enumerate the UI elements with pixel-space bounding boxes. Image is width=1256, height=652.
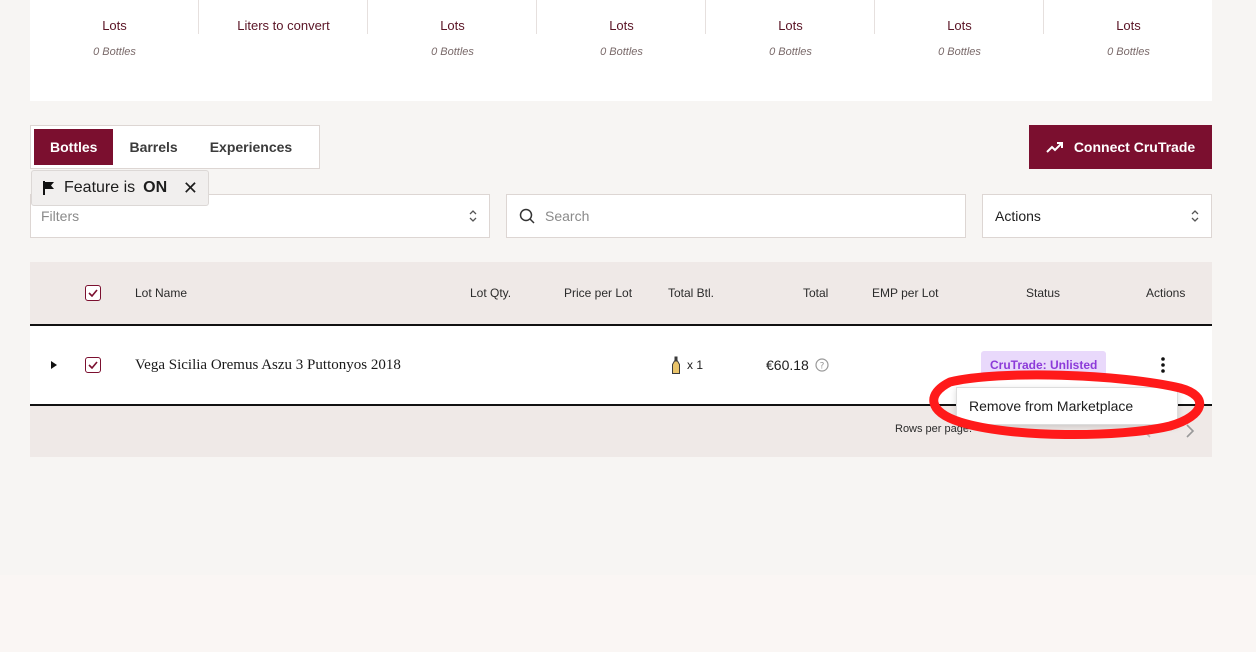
stat-sub: 0 Bottles [938, 46, 981, 58]
header-emp-per-lot[interactable]: EMP per Lot [872, 262, 938, 324]
help-icon[interactable]: ? [815, 358, 829, 372]
header-status[interactable]: Status [1026, 262, 1060, 324]
search-icon [519, 208, 535, 224]
bulk-actions-select[interactable]: Actions [982, 194, 1212, 238]
header-price-per-lot[interactable]: Price per Lot [564, 262, 632, 324]
stat-label: Lots [440, 18, 465, 33]
stat-lots-1: Lots 0 Bottles [30, 0, 199, 101]
prev-page-icon[interactable] [1142, 424, 1152, 441]
header-total[interactable]: Total [803, 262, 828, 324]
stat-lots-4: Lots 0 Bottles [537, 0, 706, 101]
close-icon[interactable]: ✕ [183, 178, 198, 199]
tab-bottles[interactable]: Bottles [34, 129, 114, 165]
bottle-count: x 1 [687, 358, 704, 372]
header-lot-qty[interactable]: Lot Qty. [470, 262, 511, 324]
actions-select-value: Actions [995, 208, 1041, 224]
header-lot-name[interactable]: Lot Name [135, 262, 187, 324]
search-placeholder: Search [545, 208, 590, 224]
chevron-updown-icon [469, 210, 477, 222]
header-actions: Actions [1146, 286, 1186, 300]
select-all-checkbox[interactable] [85, 262, 101, 324]
row-lot-name[interactable]: Vega Sicilia Oremus Aszu 3 Puttonyos 201… [135, 326, 401, 404]
stat-lots-5: Lots 0 Bottles [706, 0, 875, 101]
row-checkbox[interactable] [85, 326, 101, 404]
stat-sub: 0 Bottles [1107, 46, 1150, 58]
row-total: €60.18 ? [766, 326, 829, 404]
stat-label: Lots [102, 18, 127, 33]
tab-experiences[interactable]: Experiences [194, 129, 309, 165]
stat-label: Lots [1116, 18, 1141, 33]
stat-sub: 0 Bottles [431, 46, 474, 58]
stat-label: Lots [609, 18, 634, 33]
next-page-icon[interactable] [1185, 424, 1195, 441]
more-vertical-icon [1161, 357, 1165, 373]
stat-label: Lots [947, 18, 972, 33]
connect-crutrade-label: Connect CruTrade [1073, 139, 1196, 155]
menu-item-remove-from-marketplace[interactable]: Remove from Marketplace [969, 398, 1133, 414]
chevron-updown-icon [1191, 210, 1199, 222]
expand-row-icon[interactable] [50, 326, 58, 404]
row-total-btl: x 1 [671, 326, 703, 404]
search-input[interactable]: Search [506, 194, 966, 238]
feature-flag-chip: Feature is ON ✕ [31, 170, 209, 206]
status-badge: CruTrade: Unlisted [981, 351, 1107, 379]
flag-icon [43, 181, 54, 195]
stat-label: Lots [778, 18, 803, 33]
filters-placeholder: Filters [41, 208, 80, 224]
stat-lots-7: Lots 0 Bottles [1044, 0, 1213, 101]
table-header: Lot Name Lot Qty. Price per Lot Total Bt… [30, 262, 1212, 326]
bottle-icon [672, 356, 680, 374]
row-actions-dropdown: Remove from Marketplace [956, 387, 1178, 425]
feature-flag-state: ON [143, 179, 168, 196]
summary-card: Lots 0 Bottles Liters to convert Lots 0 … [30, 0, 1212, 101]
inventory-tabs: Bottles Barrels Experiences [30, 125, 320, 169]
tab-barrels[interactable]: Barrels [113, 129, 193, 165]
trending-up-icon [1046, 142, 1063, 153]
row-total-value: €60.18 [766, 357, 809, 373]
stat-lots-3: Lots 0 Bottles [368, 0, 537, 101]
page-bottom-band [0, 575, 1256, 652]
feature-flag-text: Feature is [64, 179, 136, 196]
stat-label: Liters to convert [237, 18, 330, 33]
connect-crutrade-button[interactable]: Connect CruTrade [1029, 125, 1212, 169]
stat-sub: 0 Bottles [600, 46, 643, 58]
stat-sub: 0 Bottles [93, 46, 136, 58]
stat-sub: 0 Bottles [769, 46, 812, 58]
stat-lots-6: Lots 0 Bottles [875, 0, 1044, 101]
stat-liters: Liters to convert [199, 0, 368, 101]
svg-text:?: ? [819, 362, 824, 372]
header-total-btl[interactable]: Total Btl. [668, 262, 714, 324]
